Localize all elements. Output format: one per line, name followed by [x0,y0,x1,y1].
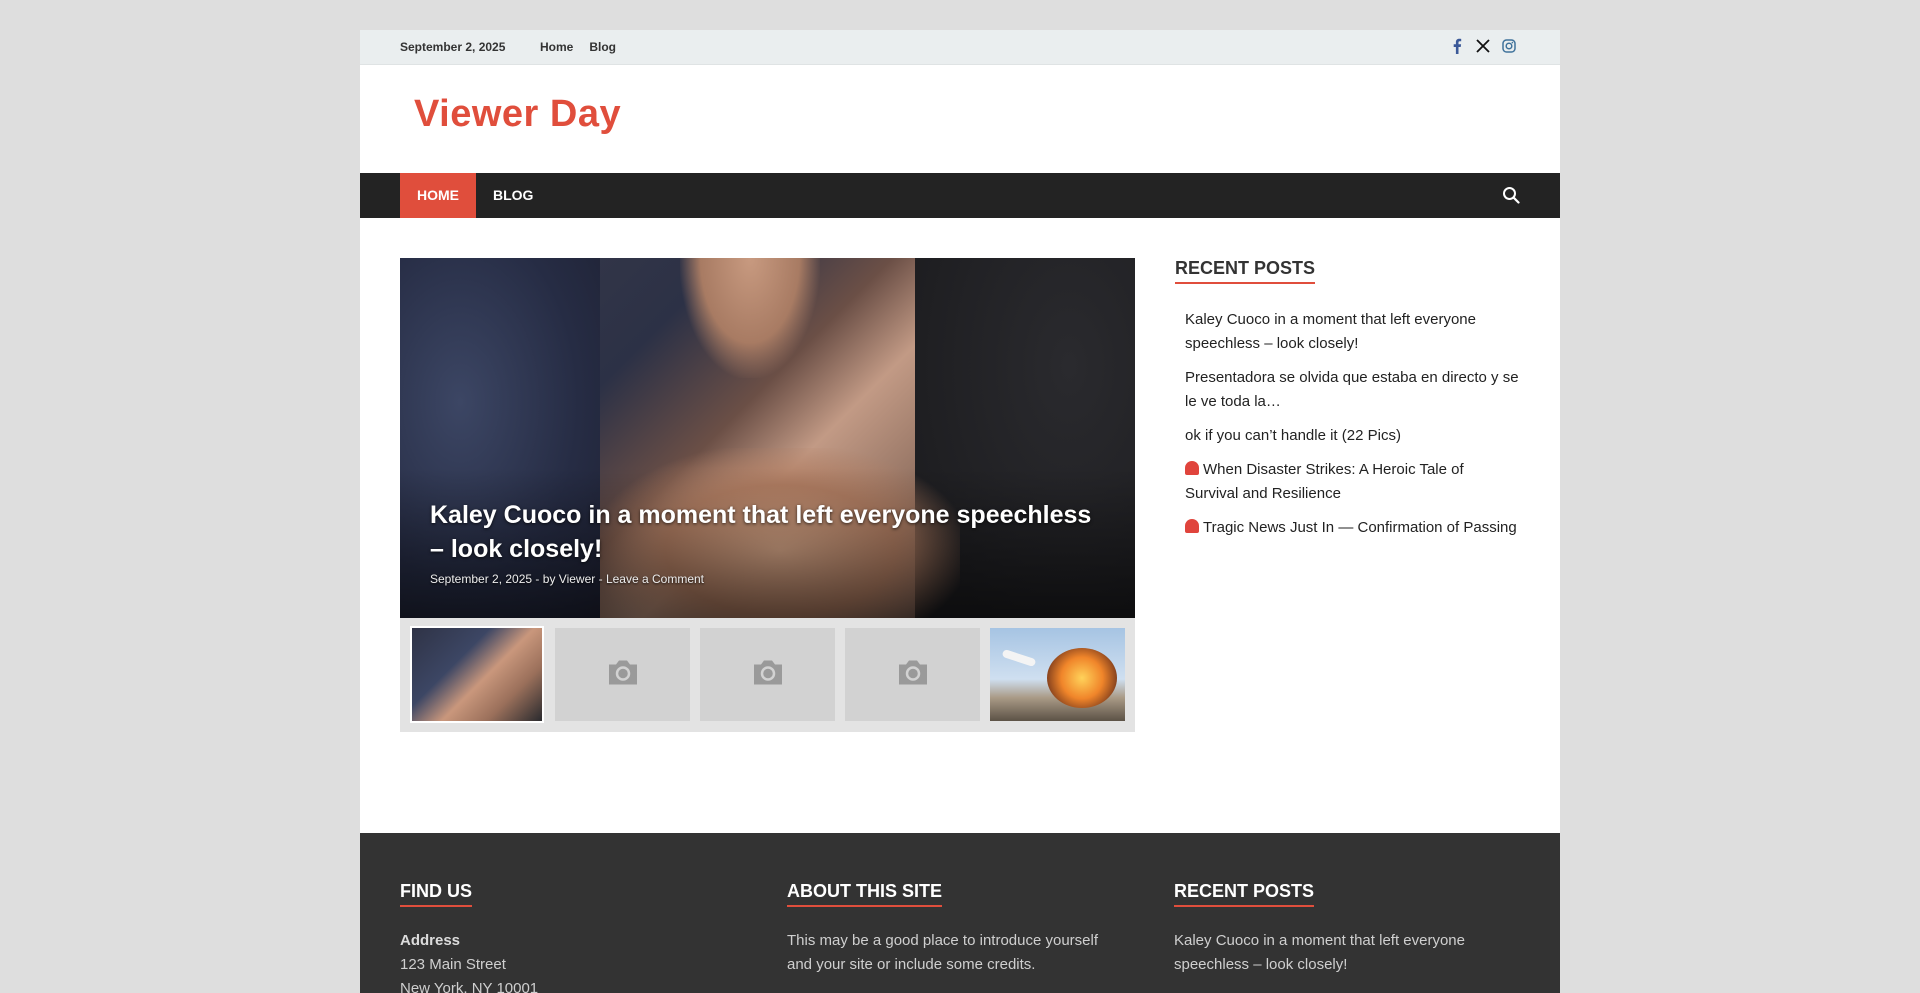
x-icon[interactable] [1476,39,1490,53]
facebook-icon[interactable] [1450,38,1464,54]
thumbnail-3[interactable] [700,628,835,721]
recent-post-text: ok if you can’t handle it (22 Pics) [1185,427,1401,444]
top-date: September 2, 2025 [400,40,506,54]
nav-item-home[interactable]: Home [400,173,476,218]
thumbnail-4[interactable] [845,628,980,721]
social-links [1450,38,1516,54]
main-nav: Home Blog [360,173,1560,218]
recent-post-link[interactable]: Kaley Cuoco in a moment that left everyo… [1185,308,1520,356]
nav-menu: Home Blog [400,173,550,218]
main-content: Kaley Cuoco in a moment that left everyo… [360,218,1560,834]
slider-caption: Kaley Cuoco in a moment that left everyo… [430,498,1095,586]
top-links: Home Blog [540,40,616,54]
siren-icon [1185,461,1199,475]
recent-post-text: Kaley Cuoco in a moment that left everyo… [1185,311,1476,352]
footer-recent-posts-title: Recent Posts [1174,881,1315,907]
site-title[interactable]: Viewer Day [414,93,621,136]
footer-find-us-title: Find Us [400,881,472,907]
page: September 2, 2025 Home Blog Viewer Day H… [360,30,1560,993]
recent-post-text: Tragic News Just In — Confirmation of Pa… [1203,519,1517,536]
siren-icon [1185,519,1199,533]
slider-image-part [680,258,820,378]
camera-icon [751,658,785,691]
post-author[interactable]: Viewer [559,572,595,586]
recent-post-link[interactable]: Presentadora se olvida que estaba en dir… [1185,366,1520,414]
address-label: Address [400,932,461,949]
featured-slider[interactable]: Kaley Cuoco in a moment that left everyo… [400,258,1135,618]
explosion-image-part [1047,648,1117,708]
recent-post-link[interactable]: ok if you can’t handle it (22 Pics) [1185,424,1520,448]
slider-headline[interactable]: Kaley Cuoco in a moment that left everyo… [430,498,1095,566]
camera-icon [606,658,640,691]
search-icon[interactable] [1502,186,1520,209]
top-bar: September 2, 2025 Home Blog [360,30,1560,65]
recent-posts-title: Recent Posts [1175,258,1316,284]
slider-thumbnails [400,618,1135,732]
footer-about-text: This may be a good place to introduce yo… [787,932,1099,973]
post-date[interactable]: September 2, 2025 [430,572,532,586]
by-prefix: by [542,572,556,586]
meta-separator: - [598,572,603,586]
address-line: 123 Main Street [400,956,506,973]
thumbnail-5[interactable] [990,628,1125,721]
airplane-image-part [1001,648,1037,668]
site-footer: Find Us Address 123 Main Street New York… [360,833,1560,993]
leave-comment-link[interactable]: Leave a Comment [606,572,704,586]
recent-post-link[interactable]: Tragic News Just In — Confirmation of Pa… [1185,516,1520,540]
sidebar: Recent Posts Kaley Cuoco in a moment tha… [1175,258,1520,550]
meta-separator: - [535,572,540,586]
recent-post-text: Presentadora se olvida que estaba en dir… [1185,369,1519,410]
top-link-blog[interactable]: Blog [589,40,616,54]
footer-about: About This Site This may be a good place… [787,881,1117,977]
camera-icon [896,658,930,691]
footer-recent-post-link[interactable]: Kaley Cuoco in a moment that left everyo… [1174,929,1504,977]
slider-meta: September 2, 2025 - by Viewer - Leave a … [430,572,1095,586]
instagram-icon[interactable] [1502,39,1516,53]
recent-posts-list: Kaley Cuoco in a moment that left everyo… [1175,308,1520,540]
footer-address: Address 123 Main Street New York, NY 100… [400,929,730,993]
nav-item-blog[interactable]: Blog [476,173,550,218]
thumbnail-2[interactable] [555,628,690,721]
recent-post-link[interactable]: When Disaster Strikes: A Heroic Tale of … [1185,458,1520,506]
address-line: New York, NY 10001 [400,980,539,993]
footer-recent-posts: Recent Posts Kaley Cuoco in a moment tha… [1174,881,1504,977]
top-link-home[interactable]: Home [540,40,573,54]
footer-find-us: Find Us Address 123 Main Street New York… [400,881,730,993]
footer-about-title: About This Site [787,881,943,907]
site-header: Viewer Day [360,65,1560,173]
thumbnail-1[interactable] [410,626,544,723]
recent-post-text: When Disaster Strikes: A Heroic Tale of … [1185,461,1464,502]
